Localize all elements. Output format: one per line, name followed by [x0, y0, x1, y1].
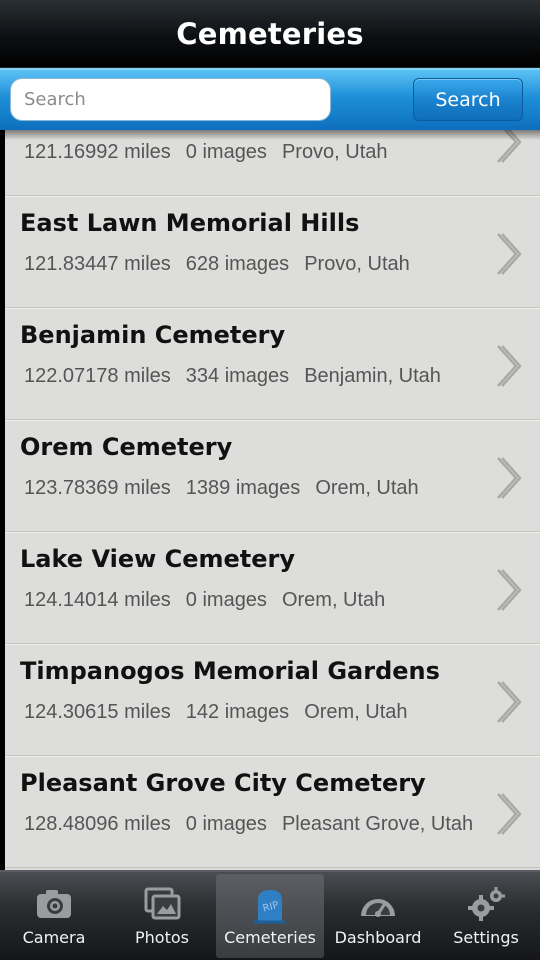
chevron-right-icon — [497, 793, 522, 835]
chevron-right-icon — [497, 569, 522, 611]
cemetery-location: Pleasant Grove, Utah — [281, 813, 474, 835]
list-item[interactable]: Orem Cemetery 123.78369 miles 1389 image… — [5, 420, 540, 532]
cemetery-image-count: 0 images — [185, 141, 267, 163]
list-item[interactable]: Pleasant Grove City Cemetery 128.48096 m… — [5, 756, 540, 868]
cemetery-meta: 123.78369 miles 1389 images Orem, Utah — [24, 477, 419, 500]
search-button[interactable]: Search — [413, 78, 523, 121]
tab-cemeteries[interactable]: RIP Cemeteries — [216, 874, 324, 958]
cemetery-name: Timpanogos Memorial Gardens — [20, 657, 440, 685]
cemetery-meta: 121.16992 miles 0 images Provo, Utah — [24, 141, 388, 164]
chevron-right-icon — [497, 345, 522, 387]
gears-icon — [468, 887, 505, 921]
cemetery-list[interactable]: 121.16992 miles 0 images Provo, Utah Eas… — [5, 130, 540, 870]
cemetery-name: Pleasant Grove City Cemetery — [20, 769, 426, 797]
cemetery-location: Orem, Utah — [281, 589, 386, 611]
bottom-tab-bar: Camera Photos RIP Cemeteries Dashboard S… — [0, 870, 540, 960]
tab-label: Dashboard — [334, 928, 422, 947]
cemetery-image-count: 0 images — [185, 813, 267, 835]
cemetery-meta: 124.14014 miles 0 images Orem, Utah — [24, 589, 385, 612]
list-item[interactable]: Lake View Cemetery 124.14014 miles 0 ima… — [5, 532, 540, 644]
cemetery-name: East Lawn Memorial Hills — [20, 209, 360, 237]
headstone-icon: RIP — [254, 890, 286, 924]
cemetery-image-count: 334 images — [185, 365, 290, 387]
cemetery-location: Orem, Utah — [304, 701, 408, 723]
chevron-right-icon — [497, 681, 522, 723]
list-item[interactable]: East Lawn Memorial Hills 121.83447 miles… — [5, 196, 540, 308]
cemetery-location: Orem, Utah — [315, 477, 419, 499]
camera-icon — [37, 890, 71, 918]
cemetery-location: Provo, Utah — [281, 141, 388, 163]
search-bar: Search — [0, 68, 540, 130]
tab-label: Camera — [22, 928, 86, 947]
page-title: Cemeteries — [176, 16, 364, 51]
cemetery-meta: 122.07178 miles 334 images Benjamin, Uta… — [24, 365, 441, 388]
tab-label: Photos — [135, 928, 189, 947]
cemetery-distance: 124.30615 miles — [24, 701, 171, 723]
cemetery-distance: 122.07178 miles — [24, 365, 171, 387]
list-item[interactable]: Benjamin Cemetery 122.07178 miles 334 im… — [5, 308, 540, 420]
cemetery-meta: 121.83447 miles 628 images Provo, Utah — [24, 253, 410, 276]
cemetery-meta: 124.30615 miles 142 images Orem, Utah — [24, 701, 408, 724]
search-input[interactable] — [10, 78, 331, 121]
tab-label: Settings — [453, 928, 519, 947]
cemetery-image-count: 628 images — [185, 253, 290, 275]
title-bar: Cemeteries — [0, 0, 540, 68]
cemetery-location: Provo, Utah — [304, 253, 410, 275]
cemetery-image-count: 0 images — [185, 589, 267, 611]
cemetery-meta: 128.48096 miles 0 images Pleasant Grove,… — [24, 813, 473, 836]
photos-icon — [144, 887, 181, 920]
cemetery-distance: 124.14014 miles — [24, 589, 171, 611]
cemetery-location: Benjamin, Utah — [304, 365, 441, 387]
list-top-shadow — [5, 130, 540, 140]
cemetery-name: Orem Cemetery — [20, 433, 233, 461]
tab-camera[interactable]: Camera — [0, 872, 108, 960]
cemetery-distance: 121.83447 miles — [24, 253, 171, 275]
chevron-right-icon — [497, 233, 522, 275]
cemetery-distance: 121.16992 miles — [24, 141, 171, 163]
tab-dashboard[interactable]: Dashboard — [324, 872, 432, 960]
chevron-right-icon — [497, 457, 522, 499]
tab-label: Cemeteries — [224, 928, 316, 947]
cemetery-distance: 128.48096 miles — [24, 813, 171, 835]
list-item[interactable]: Timpanogos Memorial Gardens 124.30615 mi… — [5, 644, 540, 756]
cemetery-name: Benjamin Cemetery — [20, 321, 286, 349]
gauge-icon — [361, 898, 395, 917]
tab-settings[interactable]: Settings — [432, 872, 540, 960]
cemetery-name: Lake View Cemetery — [20, 545, 296, 573]
cemetery-image-count: 142 images — [185, 701, 290, 723]
cemetery-image-count: 1389 images — [185, 477, 301, 499]
tab-photos[interactable]: Photos — [108, 872, 216, 960]
cemetery-distance: 123.78369 miles — [24, 477, 171, 499]
